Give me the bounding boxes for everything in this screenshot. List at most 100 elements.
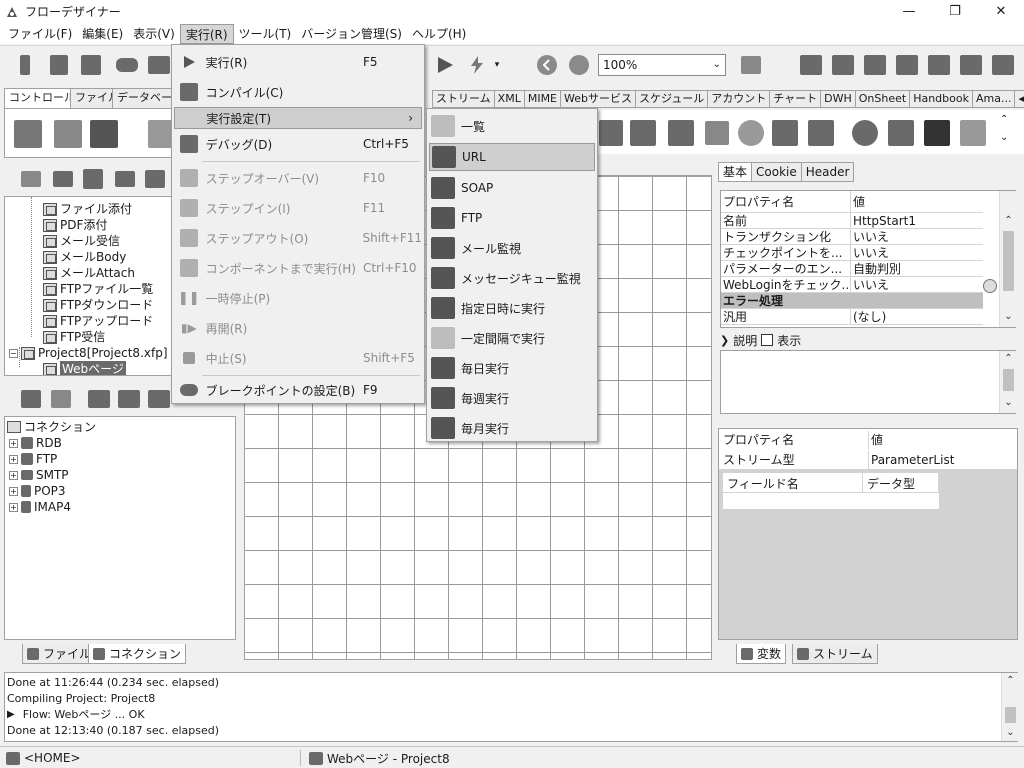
expand-icon[interactable]: +	[9, 486, 18, 496]
scroll-thumb[interactable]	[1003, 231, 1014, 291]
project-icon[interactable]	[50, 166, 76, 192]
system-icon[interactable]	[146, 52, 172, 78]
property-row[interactable]: WebLoginをチェック... いいえ	[721, 277, 983, 293]
expand-icon[interactable]: +	[9, 454, 18, 464]
menu-run[interactable]: 実行(R)	[179, 23, 234, 44]
connection-root[interactable]: コネクション	[7, 419, 96, 435]
menu-tools[interactable]: ツール(T)	[234, 24, 297, 44]
arrows-icon[interactable]	[702, 118, 732, 148]
tab-files[interactable]: ファイル	[22, 644, 97, 664]
table-component-icon[interactable]	[13, 119, 43, 149]
menu-item-step-over[interactable]: ステップオーバー(V) F10	[174, 163, 422, 193]
tab-header[interactable]: Header	[800, 162, 855, 182]
scroll-thumb[interactable]	[1003, 369, 1014, 391]
property-row[interactable]: 汎用 (なし)	[721, 309, 983, 325]
submenu-item-scheduled-time[interactable]: 指定日時に実行	[429, 293, 595, 323]
tab-dwh[interactable]: DWH	[821, 90, 856, 108]
menu-view[interactable]: 表示(V)	[128, 24, 180, 44]
edit-icon[interactable]	[958, 118, 988, 148]
align-middle-icon[interactable]	[926, 52, 952, 78]
tree-item[interactable]: FTP受信	[43, 329, 105, 345]
submenu-item-interval[interactable]: 一定間隔で実行	[429, 323, 595, 353]
property-row[interactable]: 名前 HttpStart1	[721, 213, 983, 229]
property-row[interactable]: チェックポイントを... いいえ	[721, 245, 983, 261]
menu-item-resume[interactable]: ▮▶ 再開(R)	[174, 313, 422, 343]
menu-item-run-settings[interactable]: 実行設定(T) ›	[174, 107, 422, 129]
minimize-button[interactable]: —	[886, 0, 932, 23]
flow-network-icon[interactable]	[628, 118, 658, 148]
menu-item-debug[interactable]: デバッグ(D) Ctrl+F5	[174, 129, 422, 159]
flow-icon[interactable]	[80, 166, 106, 192]
close-button[interactable]: ✕	[978, 0, 1024, 23]
maximize-button[interactable]: ❐	[932, 0, 978, 23]
menu-item-run[interactable]: 実行(R) F5	[174, 47, 422, 77]
tab-cookie[interactable]: Cookie	[751, 162, 802, 182]
tab-variables[interactable]: 変数	[736, 644, 787, 664]
flow-merge-icon[interactable]	[666, 118, 696, 148]
edit-value-icon[interactable]	[983, 279, 997, 293]
flow-split-icon[interactable]	[596, 118, 626, 148]
scroll-up-icon[interactable]: ⌃	[1000, 351, 1017, 367]
upload-icon[interactable]	[922, 118, 952, 148]
save-icon[interactable]	[46, 52, 72, 78]
tab-connections[interactable]: コネクション	[88, 644, 187, 664]
scroll-down-icon[interactable]: ⌄	[1000, 395, 1017, 411]
collapse-chevron-icon[interactable]: ❯	[720, 334, 729, 347]
menu-item-run-to-component[interactable]: コンポーネントまで実行(H) Ctrl+F10	[174, 253, 422, 283]
connection-item-ftp[interactable]: + FTP	[9, 451, 57, 467]
menu-help[interactable]: ヘルプ(H)	[407, 24, 471, 44]
tab-more[interactable]: Ama...	[972, 90, 1016, 108]
submenu-item-ftp[interactable]: FTP	[429, 203, 595, 233]
binoculars-icon[interactable]	[114, 52, 140, 78]
align-right-icon[interactable]	[862, 52, 888, 78]
scroll-down-icon[interactable]: ⌄	[1000, 309, 1017, 325]
tree-item[interactable]: メールBody	[43, 249, 126, 265]
connection-item-imap4[interactable]: + IMAP4	[9, 499, 71, 515]
description-scrollbar[interactable]: ⌃ ⌄	[999, 351, 1016, 413]
align-top-icon[interactable]	[894, 52, 920, 78]
submenu-item-soap[interactable]: SOAP	[429, 173, 595, 203]
open-folder-icon[interactable]	[18, 166, 44, 192]
tree-project[interactable]: − Project8[Project8.xfp]	[9, 345, 168, 361]
run-play-icon[interactable]	[432, 52, 458, 78]
scroll-thumb[interactable]	[1005, 707, 1016, 723]
scroll-down-icon[interactable]: ⌄	[1002, 725, 1019, 741]
refresh-connection-icon[interactable]	[48, 386, 74, 412]
submenu-item-url[interactable]: URL	[429, 143, 595, 171]
edit-connection-icon[interactable]	[116, 386, 142, 412]
sleep-moon-icon[interactable]	[736, 118, 766, 148]
rename-icon[interactable]	[112, 166, 138, 192]
scroll-up-icon[interactable]: ⌃	[1000, 213, 1017, 229]
tree-item-selected[interactable]: Webページ	[43, 361, 126, 375]
property-category[interactable]: エラー処理	[721, 293, 983, 309]
palette-scroll-up-icon[interactable]: ⌃	[1000, 114, 1008, 125]
expand-icon[interactable]: +	[9, 470, 18, 480]
tab-web-service[interactable]: Webサービス	[561, 90, 636, 108]
lightning-icon[interactable]	[464, 52, 490, 78]
submenu-item-mail-watch[interactable]: メール監視	[429, 233, 595, 263]
connection-item-smtp[interactable]: + SMTP	[9, 467, 69, 483]
connection-item-pop3[interactable]: + POP3	[9, 483, 66, 499]
submenu-item-message-queue[interactable]: メッセージキュー監視	[429, 263, 595, 293]
submenu-item-weekly[interactable]: 毎週実行	[429, 383, 595, 413]
tab-streams[interactable]: ストリーム	[792, 644, 878, 664]
add-connection-icon[interactable]	[86, 386, 112, 412]
stream-type-row[interactable]: ストリーム型 ParameterList	[719, 451, 954, 469]
save-all-icon[interactable]	[78, 52, 104, 78]
tree-item[interactable]: FTPアップロード	[43, 313, 153, 329]
tab-basic[interactable]: 基本	[718, 162, 753, 182]
tab-handbook[interactable]: Handbook	[910, 90, 973, 108]
property-row[interactable]: パラメーターのエン... 自動判別	[721, 261, 983, 277]
stop-component-icon[interactable]	[89, 119, 119, 149]
tab-scroll-left-icon[interactable]: ◂	[1015, 90, 1024, 108]
globe-icon[interactable]	[850, 118, 880, 148]
tab-control[interactable]: コントロール	[4, 88, 80, 109]
tree-item[interactable]: メールAttach	[43, 265, 135, 281]
menu-item-step-in[interactable]: ステップイン(I) F11	[174, 193, 422, 223]
align-center-icon[interactable]	[830, 52, 856, 78]
tree-item[interactable]: FTPダウンロード	[43, 297, 153, 313]
tab-account[interactable]: アカウント	[708, 90, 771, 108]
menu-item-stop[interactable]: 中止(S) Shift+F5	[174, 343, 422, 373]
submenu-item-monthly[interactable]: 毎月実行	[429, 413, 595, 443]
tab-database[interactable]: データベース	[112, 88, 174, 108]
